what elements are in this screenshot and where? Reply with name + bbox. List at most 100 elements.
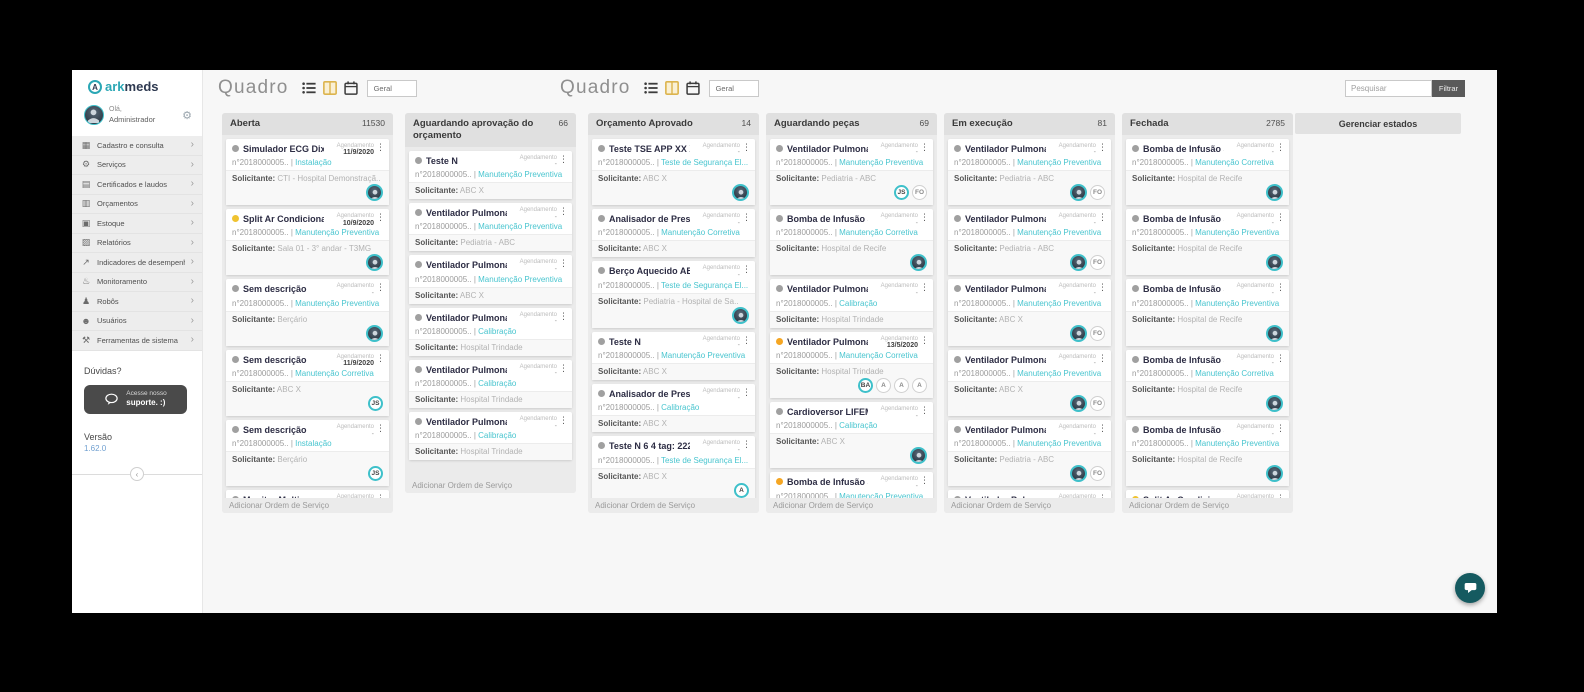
service-type-link[interactable]: Manutenção Preventiva [478,222,562,231]
card-menu-button[interactable]: ⋮ [559,155,566,164]
os-card[interactable]: Ventilador Pulmonar ...Agendamento-⋮n°20… [409,360,572,408]
version-value[interactable]: 1.62.0 [84,443,190,454]
card-menu-button[interactable]: ⋮ [376,213,383,222]
os-card[interactable]: Cardioversor LIFEMED...Agendamento-⋮n°20… [770,402,933,468]
add-service-order-button[interactable]: Adicionar Ordem de Serviço [588,498,759,513]
card-menu-button[interactable]: ⋮ [920,283,927,292]
user-avatar[interactable] [84,105,104,125]
service-type-link[interactable]: Manutenção Preventiva [661,351,745,360]
service-type-link[interactable]: Manutenção Preventiva [478,170,562,179]
service-type-link[interactable]: Manutenção Preventiva [1017,369,1101,378]
service-type-link[interactable]: Manutenção Corretiva [1195,369,1274,378]
card-menu-button[interactable]: ⋮ [376,354,383,363]
sidebar-item-trend[interactable]: ↗Indicadores de desempenho› [72,253,202,273]
sidebar-item-boxes[interactable]: ▣Estoque› [72,214,202,234]
sidebar-item-user[interactable]: ☻Usuários› [72,312,202,332]
list-view-icon[interactable] [644,81,658,95]
support-button[interactable]: Acesse nosso suporte. :) [84,385,187,414]
add-service-order-button[interactable]: Adicionar Ordem de Serviço [944,498,1115,513]
card-menu-button[interactable]: ⋮ [920,406,927,415]
search-input[interactable] [1345,80,1432,97]
card-menu-button[interactable]: ⋮ [1276,283,1283,292]
board-select[interactable]: Geral [709,80,759,97]
os-card[interactable]: Berço Aquecido ABC 1...Agendamento-⋮n°20… [592,261,755,327]
os-card[interactable]: Teste TSE APP XX X n...Agendamento-⋮n°20… [592,139,755,205]
board-select[interactable]: Geral [367,80,417,97]
calendar-view-icon[interactable] [344,81,358,95]
os-card[interactable]: Sem descriçãoAgendamento11/9/2020⋮n°2018… [226,350,389,416]
sidebar-item-table[interactable]: ▥Orçamentos› [72,195,202,215]
card-menu-button[interactable]: ⋮ [376,424,383,433]
os-card[interactable]: Sem descriçãoAgendamento-⋮n°2018000005..… [226,279,389,345]
os-card[interactable]: Bomba de Infusão Sam...Agendamento-⋮n°20… [1126,420,1289,486]
sidebar-item-report[interactable]: ▨Relatórios› [72,234,202,254]
service-type-link[interactable]: Manutenção Preventiva [839,158,923,167]
sidebar-item-grid[interactable]: ▦Cadastro e consulta› [72,136,202,156]
os-card[interactable]: Ventilador Pulmonar ...Agendamento-⋮n°20… [409,203,572,251]
add-service-order-button[interactable]: Adicionar Ordem de Serviço [1122,498,1293,513]
os-card[interactable]: Simulador ECG Dixtal...Agendamento11/9/2… [226,139,389,205]
card-menu-button[interactable]: ⋮ [920,143,927,152]
collapse-sidebar-button[interactable]: ‹ [130,467,144,481]
kanban-view-icon[interactable] [665,81,679,95]
add-service-order-button[interactable]: Adicionar Ordem de Serviço [766,498,937,513]
service-type-link[interactable]: Manutenção Preventiva [1017,439,1101,448]
os-card[interactable]: Bomba de Infusão Sam...Agendamento-⋮n°20… [1126,139,1289,205]
service-type-link[interactable]: Teste de Segurança El... [661,281,748,290]
os-card[interactable]: Bomba de Infusão Sam...Agendamento-⋮n°20… [1126,209,1289,275]
service-type-link[interactable]: Manutenção Preventiva [1017,299,1101,308]
service-type-link[interactable]: Calibração [839,421,877,430]
os-card[interactable]: Ventilador Pulmonar ...Agendamento-⋮n°20… [409,308,572,356]
service-type-link[interactable]: Manutenção Corretiva [839,351,918,360]
card-menu-button[interactable]: ⋮ [742,440,749,449]
os-card[interactable]: Ventilador Pulmonar ...Agendamento-⋮n°20… [948,209,1111,275]
manage-states-button[interactable]: Gerenciar estados [1295,113,1461,134]
card-menu-button[interactable]: ⋮ [742,265,749,274]
card-menu-button[interactable]: ⋮ [1098,213,1105,222]
sidebar-item-document[interactable]: ▤Certificados e laudos› [72,175,202,195]
card-menu-button[interactable]: ⋮ [1098,143,1105,152]
service-type-link[interactable]: Calibração [839,299,877,308]
service-type-link[interactable]: Manutenção Preventiva [1017,158,1101,167]
service-type-link[interactable]: Manutenção Preventiva [1195,228,1279,237]
add-service-order-button[interactable]: Adicionar Ordem de Serviço [405,478,576,493]
card-menu-button[interactable]: ⋮ [1276,143,1283,152]
os-card[interactable]: Split Ar Condicionad...Agendamento10/9/2… [226,209,389,275]
kanban-view-icon[interactable] [323,81,337,95]
service-type-link[interactable]: Manutenção Corretiva [661,228,740,237]
card-menu-button[interactable]: ⋮ [559,259,566,268]
settings-gear-icon[interactable]: ⚙ [182,109,192,122]
service-type-link[interactable]: Manutenção Corretiva [1195,158,1274,167]
card-menu-button[interactable]: ⋮ [559,416,566,425]
os-card[interactable]: Teste NAgendamento-⋮n°2018000005.. | Man… [592,332,755,380]
card-menu-button[interactable]: ⋮ [1098,354,1105,363]
card-menu-button[interactable]: ⋮ [920,213,927,222]
card-menu-button[interactable]: ⋮ [742,213,749,222]
os-card[interactable]: Ventilador Pulmonar ...Agendamento13/5/2… [770,332,933,398]
service-type-link[interactable]: Manutenção Preventiva [295,228,379,237]
service-type-link[interactable]: Instalação [295,158,331,167]
card-menu-button[interactable]: ⋮ [742,336,749,345]
os-card[interactable]: Analisador de Pressã...Agendamento-⋮n°20… [592,209,755,257]
list-view-icon[interactable] [302,81,316,95]
os-card[interactable]: Ventilador Pulmonar ...Agendamento-⋮n°20… [409,412,572,460]
card-menu-button[interactable]: ⋮ [920,336,927,345]
card-menu-button[interactable]: ⋮ [1276,213,1283,222]
card-menu-button[interactable]: ⋮ [376,283,383,292]
service-type-link[interactable]: Manutenção Preventiva [1195,299,1279,308]
os-card[interactable]: Ventilador Pulmonar ...Agendamento-⋮n°20… [770,279,933,327]
add-service-order-button[interactable]: Adicionar Ordem de Serviço [222,498,393,513]
service-type-link[interactable]: Manutenção Preventiva [1195,439,1279,448]
filter-button[interactable]: Filtrar [1432,80,1465,97]
card-menu-button[interactable]: ⋮ [559,207,566,216]
service-type-link[interactable]: Teste de Segurança El... [661,158,748,167]
sidebar-item-wrench[interactable]: ⚒Ferramentas de sistema› [72,331,202,351]
service-type-link[interactable]: Teste de Segurança El... [661,456,748,465]
card-menu-button[interactable]: ⋮ [1098,424,1105,433]
service-type-link[interactable]: Manutenção Corretiva [295,369,374,378]
card-menu-button[interactable]: ⋮ [559,312,566,321]
os-card[interactable]: Teste NAgendamento-⋮n°2018000005.. | Man… [409,151,572,199]
card-menu-button[interactable]: ⋮ [1276,424,1283,433]
os-card[interactable]: Ventilador Pulmonar ...Agendamento-⋮n°20… [770,139,933,205]
service-type-link[interactable]: Calibração [478,379,516,388]
